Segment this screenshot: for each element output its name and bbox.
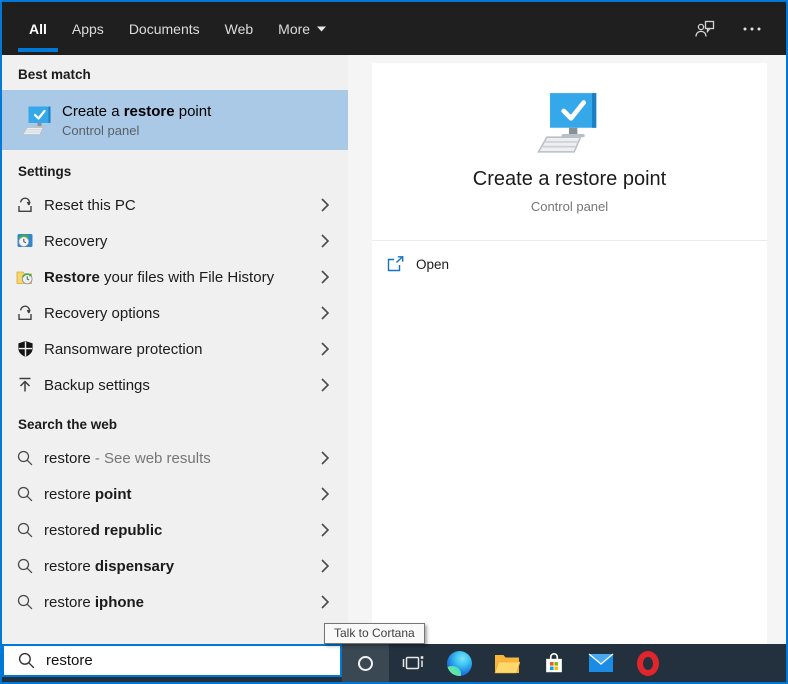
chevron-right-icon xyxy=(320,594,330,610)
search-icon xyxy=(18,652,35,669)
search-icon xyxy=(16,521,34,539)
settings-item-recovery[interactable]: Recovery xyxy=(2,223,348,259)
store-button[interactable] xyxy=(530,644,577,682)
web-suggestion-restore-dispensary[interactable]: restore dispensary xyxy=(2,548,348,584)
settings-item-reset-this-pc[interactable]: Reset this PC xyxy=(2,187,348,223)
settings-item-label: Reset this PC xyxy=(44,196,136,214)
opera-button[interactable] xyxy=(624,644,671,682)
web-suggestion-restore-point[interactable]: restore point xyxy=(2,476,348,512)
chevron-right-icon xyxy=(320,305,330,321)
chevron-right-icon xyxy=(320,341,330,357)
search-input[interactable] xyxy=(46,652,306,669)
chevron-right-icon xyxy=(320,197,330,213)
chevron-right-icon xyxy=(320,269,330,285)
shield-icon xyxy=(16,340,34,358)
tab-more[interactable]: More xyxy=(278,2,327,55)
settings-item-label: Ransomware protection xyxy=(44,340,203,358)
restore-point-computer-icon xyxy=(20,105,56,136)
mail-button[interactable] xyxy=(577,644,624,682)
mail-icon xyxy=(588,653,614,673)
chevron-right-icon xyxy=(320,450,330,466)
web-suggestion-restore-iphone[interactable]: restore iphone xyxy=(2,584,348,620)
search-icon xyxy=(16,485,34,503)
tab-all-label: All xyxy=(29,20,47,37)
preview-actions: Open xyxy=(372,241,767,272)
panel-gutter xyxy=(348,55,372,644)
file-explorer-button[interactable] xyxy=(483,644,530,682)
settings-item-label: Restore your files with File History xyxy=(44,268,275,286)
chevron-right-icon xyxy=(320,558,330,574)
open-action-label: Open xyxy=(416,256,450,272)
web-suggestion-label: restore dispensary xyxy=(44,557,175,575)
search-icon xyxy=(16,593,34,611)
settings-item-backup-settings[interactable]: Backup settings xyxy=(2,367,348,403)
preview-subtitle: Control panel xyxy=(530,199,609,214)
chevron-right-icon xyxy=(320,377,330,393)
tab-documents-label: Documents xyxy=(128,20,200,37)
tab-apps[interactable]: Apps xyxy=(72,2,104,55)
task-view-icon xyxy=(402,652,424,674)
file-explorer-icon xyxy=(494,652,520,674)
tab-apps-label: Apps xyxy=(71,20,104,37)
web-suggestion-label: restore - See web results xyxy=(44,449,211,467)
web-suggestion-label: restore point xyxy=(44,485,132,503)
task-view-button[interactable] xyxy=(389,644,436,682)
settings-section-header: Settings xyxy=(18,164,72,179)
tab-web-label: Web xyxy=(224,20,254,37)
open-action[interactable]: Open xyxy=(387,256,767,272)
search-window: All Apps Documents Web More Best match C… xyxy=(0,0,788,684)
restore-point-computer-icon xyxy=(532,91,608,154)
reset-icon xyxy=(16,196,34,214)
web-suggestion-restored-republic[interactable]: restored republic xyxy=(2,512,348,548)
best-match-text: Create a restore point Control panel xyxy=(62,103,211,138)
web-search-section-header: Search the web xyxy=(18,417,118,432)
search-icon xyxy=(16,557,34,575)
tab-more-label: More xyxy=(278,20,311,37)
tab-web[interactable]: Web xyxy=(225,2,254,55)
tab-documents[interactable]: Documents xyxy=(129,2,200,55)
search-icon xyxy=(16,449,34,467)
settings-item-label: Recovery xyxy=(44,232,108,250)
open-external-icon xyxy=(387,256,404,272)
chevron-right-icon xyxy=(320,486,330,502)
best-match-subtitle: Control panel xyxy=(62,122,140,138)
results-body: Best match Create a restore point Contro… xyxy=(2,55,786,644)
more-options-icon[interactable] xyxy=(742,26,762,32)
search-header: All Apps Documents Web More xyxy=(2,2,786,55)
taskbar xyxy=(2,644,786,682)
preview-title: Create a restore point xyxy=(472,168,667,190)
best-match-result[interactable]: Create a restore point Control panel xyxy=(2,90,348,150)
settings-item-ransomware-protection[interactable]: Ransomware protection xyxy=(2,331,348,367)
results-list-panel: Best match Create a restore point Contro… xyxy=(2,55,348,644)
best-match-header: Best match xyxy=(18,67,91,82)
taskbar-search-box[interactable] xyxy=(2,644,342,677)
web-suggestion-see-results[interactable]: restore - See web results xyxy=(2,440,348,476)
settings-item-file-history[interactable]: Restore your files with File History xyxy=(2,259,348,295)
search-tabs: All Apps Documents Web More xyxy=(18,2,327,55)
settings-item-label: Backup settings xyxy=(44,376,150,394)
chevron-right-icon xyxy=(320,233,330,249)
cortana-tooltip: Talk to Cortana xyxy=(324,623,425,644)
tab-all[interactable]: All xyxy=(18,2,58,55)
store-icon xyxy=(542,651,566,675)
header-actions xyxy=(694,19,762,39)
settings-item-label: Recovery options xyxy=(44,304,160,322)
chevron-right-icon xyxy=(320,522,330,538)
recovery-icon xyxy=(16,232,34,250)
cortana-icon xyxy=(358,655,373,671)
backup-icon xyxy=(16,376,34,394)
cortana-button[interactable] xyxy=(342,644,389,682)
preview-panel: Create a restore point Control panel Ope… xyxy=(372,63,767,644)
web-suggestion-label: restored republic xyxy=(44,521,163,539)
edge-button[interactable] xyxy=(436,644,483,682)
reset-icon xyxy=(16,304,34,322)
file-history-icon xyxy=(16,268,34,286)
web-suggestion-label: restore iphone xyxy=(44,593,145,611)
best-match-title: Create a restore point xyxy=(62,102,212,120)
edge-icon xyxy=(447,650,472,676)
chevron-down-icon xyxy=(317,26,327,32)
user-feedback-icon[interactable] xyxy=(694,19,716,39)
opera-icon xyxy=(636,650,659,676)
settings-item-recovery-options[interactable]: Recovery options xyxy=(2,295,348,331)
